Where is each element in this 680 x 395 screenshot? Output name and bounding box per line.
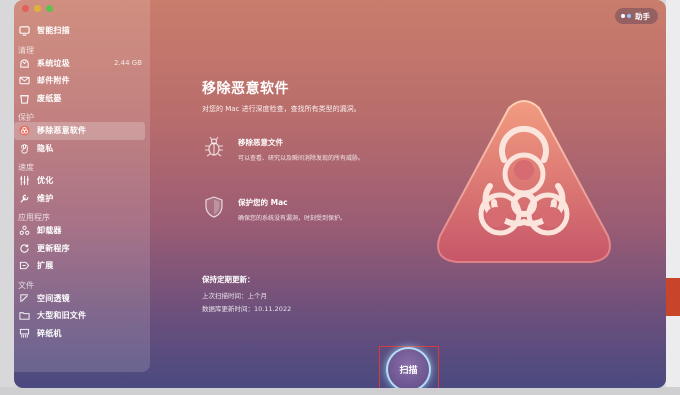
sidebar-item-label: 维护 [37,193,54,203]
sliders-icon [18,175,30,187]
sidebar-item-smart-scan[interactable]: 智能扫描 [14,22,150,40]
feature-protect-mac: 保护您的 Mac 确保您的系统没有漏洞，时刻受到保护。 [202,195,346,222]
wrench-icon [18,192,30,204]
monitor-icon [18,25,30,37]
sidebar-item-label: 废纸篓 [37,93,62,103]
extension-icon [18,260,30,272]
sidebar-item-privacy[interactable]: 隐私 [14,140,150,158]
minimize-button[interactable] [34,5,41,12]
feature-remove-malicious-files: 移除恶意文件 可以查看、研究以及瞬间消除发现的所有威胁。 [202,135,364,162]
feature-description: 可以查看、研究以及瞬间消除发现的所有威胁。 [238,155,365,162]
section-title-protection: 保护 [18,113,34,122]
sidebar-item-label: 更新程序 [37,243,70,253]
update-schedule: 保持定期更新： 上次扫描时间：上个月 数据库更新时间：10.11.2022 [202,274,291,313]
sidebar-item-label: 碎纸机 [37,328,62,338]
sidebar-item-label: 扩展 [37,261,54,271]
sidebar-item-extensions[interactable]: 扩展 [14,257,150,275]
page-title: 移除恶意软件 [202,81,289,97]
sidebar-item-label: 空间透镜 [37,293,70,303]
desktop-window-edge [666,278,680,316]
assistant-icon [621,14,631,18]
sidebar-item-shredder[interactable]: 碎纸机 [14,325,150,343]
sidebar-item-label: 卸载器 [37,226,62,236]
shredder-icon [18,327,30,339]
folder-icon [18,310,30,322]
scan-button-area: 扫描 [377,344,441,388]
sidebar-item-label: 优化 [37,176,54,186]
section-title-files: 文件 [18,280,34,290]
sidebar-item-updater[interactable]: 更新程序 [14,240,150,258]
sidebar-item-system-junk[interactable]: 系统垃圾 2.44 GB [14,55,150,73]
sidebar-item-uninstaller[interactable]: 卸载器 [14,222,150,240]
section-title-speed: 速度 [18,163,34,172]
biohazard-illustration [434,98,614,270]
sidebar-nav: 智能扫描 清理 系统垃圾 2.44 GB 邮件附件 废纸篓 保护 移除恶意软件 … [14,22,150,342]
trash-can-icon [18,57,30,69]
assistant-button[interactable]: 助手 [615,8,658,24]
desktop-background [666,0,680,395]
section-title-cleanup: 清理 [18,45,34,55]
schedule-title: 保持定期更新： [202,275,255,284]
app-window: 智能扫描 清理 系统垃圾 2.44 GB 邮件附件 废纸篓 保护 移除恶意软件 … [14,0,666,388]
sidebar-item-label: 隐私 [37,143,54,153]
system-junk-size: 2.44 GB [113,59,142,68]
sidebar-item-space-lens[interactable]: 空间透镜 [14,290,150,308]
feature-title: 保护您的 Mac [238,198,288,207]
sidebar-item-large-old-files[interactable]: 大型和旧文件 [14,307,150,325]
sidebar-item-maintenance[interactable]: 维护 [14,190,150,208]
sidebar-item-trash-bins[interactable]: 废纸篓 [14,90,150,108]
sidebar: 智能扫描 清理 系统垃圾 2.44 GB 邮件附件 废纸篓 保护 移除恶意软件 … [14,0,150,372]
sidebar-item-label: 智能扫描 [37,26,70,36]
sidebar-item-optimization[interactable]: 优化 [14,172,150,190]
scan-button[interactable]: 扫描 [386,347,431,388]
page-subtitle: 对您的 Mac 进行深度检查，查找所有类型的漏洞。 [202,105,361,113]
main-content: 移除恶意软件 对您的 Mac 进行深度检查，查找所有类型的漏洞。 移除恶意文件 … [202,78,442,313]
window-controls [22,5,53,12]
sidebar-item-mail-attachments[interactable]: 邮件附件 [14,72,150,90]
update-icon [18,242,30,254]
envelope-icon [18,75,30,87]
section-title-applications: 应用程序 [18,213,50,222]
feature-description: 确保您的系统没有漏洞，时刻受到保护。 [238,215,347,222]
zoom-button[interactable] [46,5,53,12]
sidebar-item-label: 移除恶意软件 [37,126,87,136]
desktop-dock-edge [0,387,680,395]
biohazard-icon [18,125,30,137]
close-button[interactable] [22,5,29,12]
bin-icon [18,92,30,104]
bug-icon [202,135,226,159]
sidebar-item-label: 邮件附件 [37,76,70,86]
sidebar-item-label: 大型和旧文件 [37,311,87,321]
sidebar-item-malware-removal[interactable]: 移除恶意软件 [14,122,145,140]
assistant-label: 助手 [635,11,650,21]
last-scan-time: 上次扫描时间：上个月 [202,292,267,300]
hand-icon [18,142,30,154]
lens-icon [18,292,30,304]
sidebar-item-label: 系统垃圾 [37,58,70,68]
feature-title: 移除恶意文件 [238,138,283,147]
database-update-time: 数据库更新时间：10.11.2022 [202,305,292,313]
shield-icon [202,195,226,219]
scan-button-label: 扫描 [399,366,418,376]
uninstaller-icon [18,225,30,237]
